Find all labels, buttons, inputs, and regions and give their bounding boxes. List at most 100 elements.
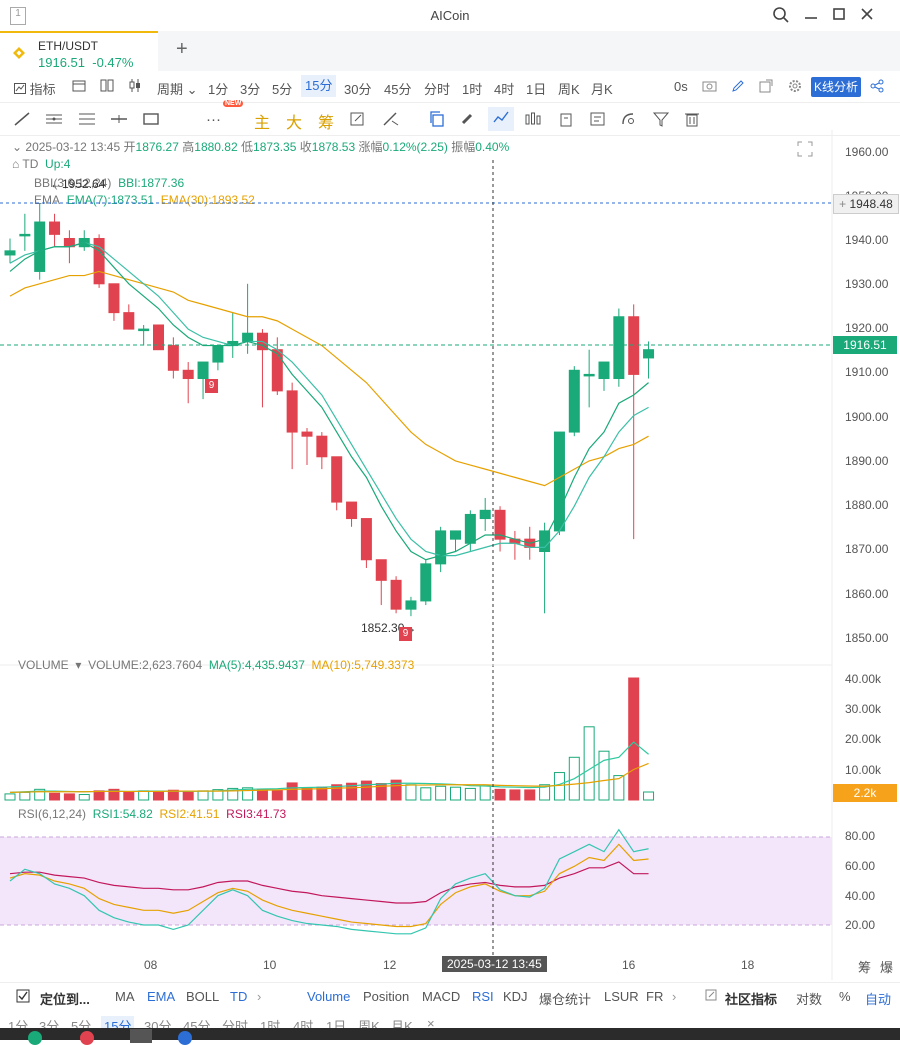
period-timeshare[interactable]: 分时	[424, 79, 450, 98]
volume-bar	[628, 677, 640, 801]
percent-scale-toggle[interactable]: %	[839, 989, 851, 1004]
rectangle-tool-icon[interactable]	[142, 111, 160, 131]
indicator-ma[interactable]: MA	[115, 989, 135, 1004]
indicator-ema[interactable]: EMA	[147, 989, 175, 1004]
crosshair-time-tag: 2025-03-12 13:45	[442, 956, 547, 972]
indicator-macd[interactable]: MACD	[422, 989, 460, 1004]
candle-body	[435, 530, 447, 565]
taskbar-app-icon[interactable]	[178, 1031, 192, 1045]
period-1h[interactable]: 1时	[462, 79, 482, 98]
indicator-fr[interactable]: FR	[646, 989, 663, 1004]
lock-icon[interactable]	[559, 111, 573, 131]
period-1m[interactable]: 1分	[208, 79, 228, 98]
delete-icon[interactable]	[684, 111, 700, 131]
candle-body	[34, 221, 46, 272]
visibility-icon[interactable]	[620, 111, 638, 131]
magnet-icon[interactable]	[459, 111, 477, 131]
chevron-right-icon[interactable]: ›	[257, 989, 261, 1004]
volume-bar	[643, 791, 655, 801]
period-4h[interactable]: 4时	[494, 79, 514, 98]
rsi-info: RSI(6,12,24) RSI1:54.82 RSI2:41.51 RSI3:…	[18, 807, 287, 821]
bars-icon[interactable]	[524, 111, 542, 131]
chevron-right-icon[interactable]: ›	[672, 989, 676, 1004]
calendar-icon[interactable]	[72, 79, 86, 95]
minimize-icon[interactable]	[800, 6, 822, 26]
filter-icon[interactable]	[652, 111, 670, 131]
close-icon[interactable]	[856, 6, 878, 26]
period-dropdown[interactable]: 周期 ⌄	[157, 79, 198, 98]
indicator-td[interactable]: TD	[230, 989, 247, 1004]
trendline-tool-icon[interactable]	[13, 111, 31, 131]
os-taskbar	[0, 1028, 900, 1045]
rsi-tick: 60.00	[845, 859, 876, 873]
candle-body	[464, 513, 476, 544]
notes-icon[interactable]	[589, 111, 607, 131]
indicator-rsi[interactable]: RSI	[472, 989, 494, 1004]
taskbar-app-icon[interactable]	[130, 1029, 152, 1043]
period-week[interactable]: 周K	[558, 79, 580, 98]
indicator-button[interactable]: 指标	[14, 79, 56, 98]
maximize-icon[interactable]	[828, 6, 850, 26]
camera-icon[interactable]	[702, 79, 717, 95]
layout-icon[interactable]	[100, 79, 114, 95]
draw-mode-icon[interactable]	[488, 107, 514, 131]
locate-button[interactable]: 定位到...	[40, 989, 90, 1008]
candle-body	[331, 456, 343, 503]
log-scale-toggle[interactable]: 对数	[796, 989, 822, 1008]
last-price-tag: 1916.51	[833, 336, 897, 354]
period-5m[interactable]: 5分	[272, 79, 292, 98]
price-tick: 1940.00	[845, 233, 889, 247]
high-mark: ←1952.64	[50, 177, 106, 191]
period-45m[interactable]: 45分	[384, 79, 411, 98]
title-bar: 1 AICoin	[0, 0, 900, 32]
horizontal-line-tool-icon[interactable]	[110, 111, 128, 131]
community-indicators-button[interactable]: 社区指标	[725, 989, 777, 1008]
edit-drawing-icon[interactable]	[349, 111, 367, 131]
candle-body	[167, 345, 179, 371]
checkbox-icon[interactable]	[16, 989, 30, 1006]
kline-chart[interactable]	[0, 130, 900, 980]
candle-body	[598, 361, 610, 380]
tab-eth-usdt[interactable]: ETH/USDT 1916.51 -0.47%	[0, 31, 158, 73]
period-30m[interactable]: 30分	[344, 79, 371, 98]
community-edit-icon[interactable]	[705, 989, 717, 1004]
taskbar-app-icon[interactable]	[80, 1031, 94, 1045]
parallel-line-tool-icon[interactable]	[45, 111, 63, 131]
more-tools-icon[interactable]: ···	[206, 111, 221, 128]
bbi-line	[9, 241, 649, 557]
candle-body	[212, 345, 224, 363]
chip-toggle[interactable]: 筹	[858, 957, 871, 976]
candle-body	[286, 390, 298, 433]
period-month[interactable]: 月K	[591, 79, 613, 98]
indicator-lsur[interactable]: LSUR	[604, 989, 639, 1004]
volume-bar	[405, 784, 417, 801]
kline-analysis-button[interactable]: K线分析	[811, 77, 861, 97]
period-3m[interactable]: 3分	[240, 79, 260, 98]
popout-icon[interactable]	[759, 79, 773, 96]
add-tab-button[interactable]: +	[176, 38, 188, 61]
candle-body	[613, 316, 625, 380]
pen-icon[interactable]	[731, 79, 745, 96]
candle-body	[316, 435, 328, 458]
ruler-tool-icon[interactable]	[382, 111, 400, 131]
taskbar-app-icon[interactable]	[28, 1031, 42, 1045]
candle-type-icon[interactable]	[128, 79, 142, 95]
share-icon[interactable]	[870, 79, 884, 96]
copy-icon[interactable]	[428, 111, 446, 131]
liquidation-toggle[interactable]: 爆	[880, 957, 893, 976]
volume-bar	[197, 790, 209, 801]
indicator-kdj[interactable]: KDJ	[503, 989, 528, 1004]
auto-scale-toggle[interactable]: 自动	[865, 989, 891, 1008]
period-15m[interactable]: 15分	[301, 75, 337, 97]
indicator-position[interactable]: Position	[363, 989, 409, 1004]
fib-tool-icon[interactable]	[78, 111, 96, 131]
search-icon[interactable]	[770, 6, 792, 26]
indicator-volume[interactable]: Volume	[307, 989, 350, 1004]
period-1d[interactable]: 1日	[526, 79, 546, 98]
settings-gear-icon[interactable]	[788, 79, 802, 96]
candle-body	[19, 233, 31, 237]
indicator-boll[interactable]: BOLL	[186, 989, 219, 1004]
indicator-liquidation[interactable]: 爆仓统计	[539, 989, 591, 1008]
binance-icon	[13, 47, 25, 59]
volume-bar	[450, 786, 461, 801]
